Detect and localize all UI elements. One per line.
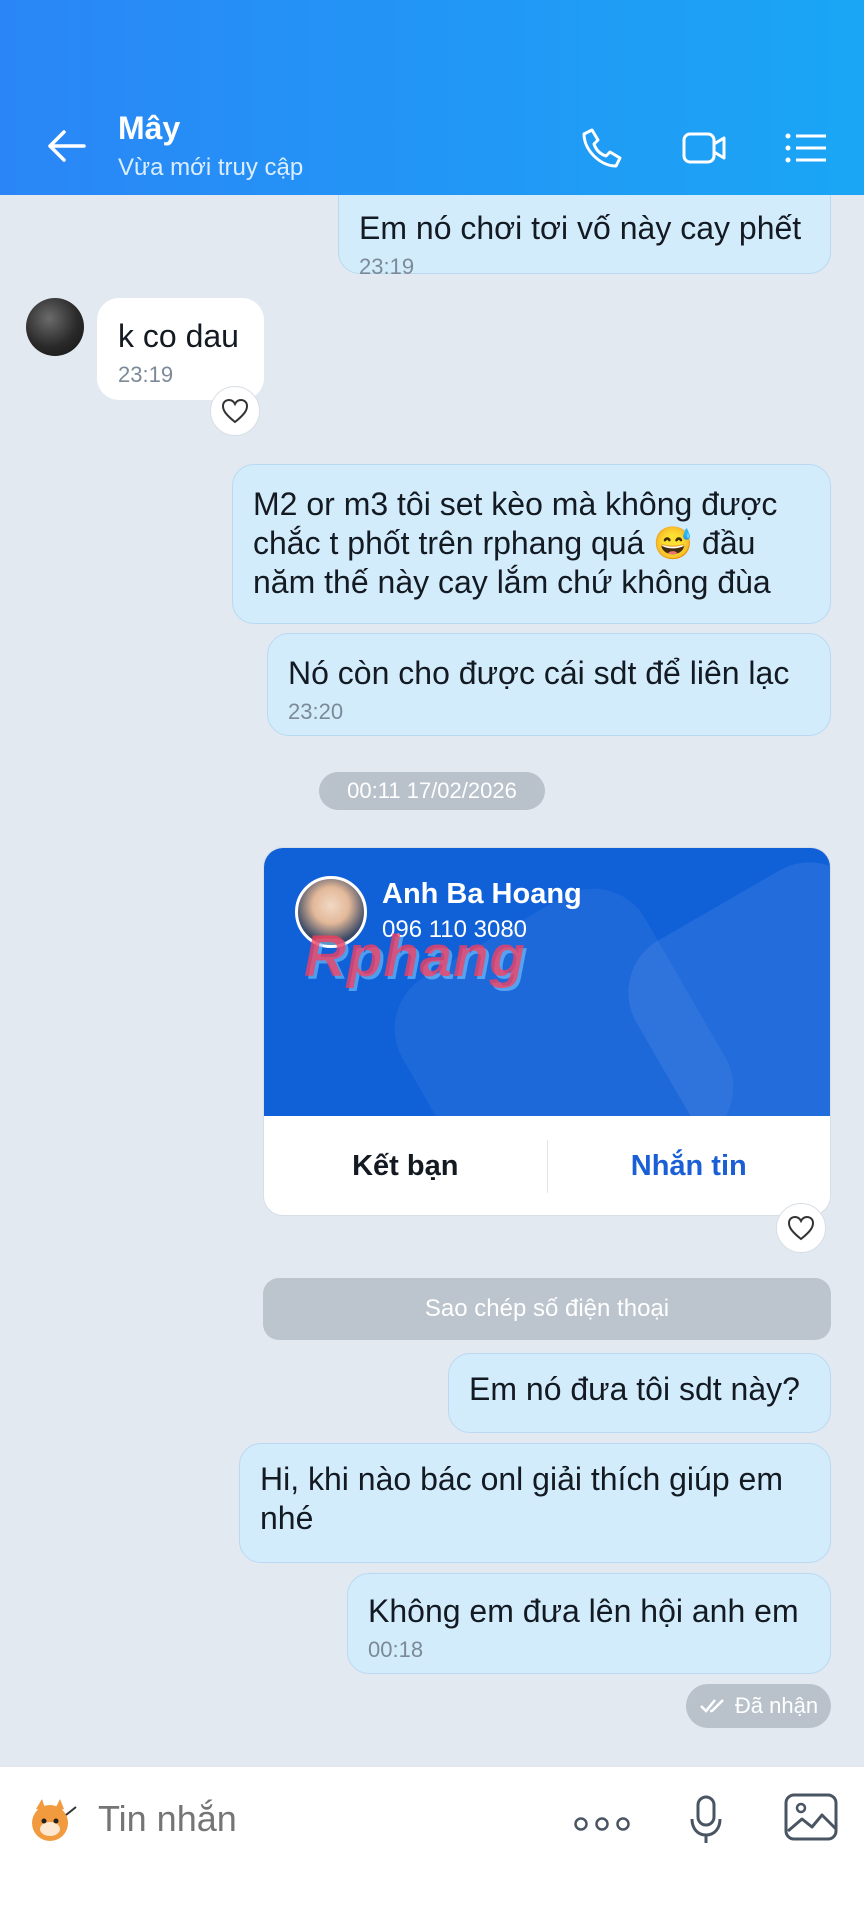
message-text: Nó còn cho được cái sdt để liên lạc bbox=[288, 655, 790, 691]
message-bubble-outgoing[interactable]: M2 or m3 tôi set kèo mà không được chắc … bbox=[232, 464, 831, 624]
react-heart-icon[interactable] bbox=[776, 1203, 826, 1253]
date-separator: 00:11 17/02/2026 bbox=[319, 772, 545, 810]
message-text: Không em đưa lên hội anh em bbox=[368, 1593, 799, 1629]
delivery-status-badge: Đã nhận bbox=[686, 1684, 831, 1728]
more-options-icon[interactable] bbox=[574, 1817, 630, 1831]
message-time: 23:19 bbox=[118, 362, 174, 387]
copy-phone-button[interactable]: Sao chép số điện thoại bbox=[263, 1278, 831, 1340]
contact-card-name: Anh Ba Hoang bbox=[382, 878, 582, 910]
contact-card[interactable]: Anh Ba Hoang 096 110 3080 Rphang Kết bạn… bbox=[263, 847, 831, 1216]
message-time: 00:18 bbox=[368, 1637, 424, 1662]
image-gallery-icon[interactable] bbox=[784, 1793, 838, 1841]
message-bubble-outgoing[interactable]: Em nó đưa tôi sdt này? bbox=[448, 1353, 831, 1433]
message-bubble-incoming[interactable]: k co dau 23:19 bbox=[97, 298, 264, 400]
message-bubble-outgoing[interactable]: Nó còn cho được cái sdt để liên lạc 23:2… bbox=[267, 633, 831, 736]
microphone-icon[interactable] bbox=[688, 1795, 724, 1845]
video-call-icon[interactable] bbox=[680, 124, 728, 172]
contact-card-actions: Kết bạn Nhắn tin bbox=[264, 1116, 831, 1215]
react-heart-icon[interactable] bbox=[210, 386, 260, 436]
sticker-icon[interactable] bbox=[24, 1793, 80, 1849]
message-text: Hi, khi nào bác onl giải thích giúp em n… bbox=[260, 1461, 783, 1536]
message-bubble-outgoing[interactable]: Không em đưa lên hội anh em 00:18 bbox=[347, 1573, 831, 1674]
double-check-icon bbox=[700, 1699, 724, 1713]
contact-avatar[interactable] bbox=[26, 298, 84, 356]
message-bubble-outgoing[interactable]: Hi, khi nào bác onl giải thích giúp em n… bbox=[239, 1443, 831, 1563]
add-friend-button[interactable]: Kết bạn bbox=[264, 1116, 547, 1215]
watermark-logo: Rphang bbox=[304, 924, 526, 989]
contact-name[interactable]: Mây bbox=[118, 110, 180, 147]
message-text: Em nó chơi tơi vố này cay phết bbox=[359, 210, 802, 246]
send-message-button[interactable]: Nhắn tin bbox=[548, 1116, 831, 1215]
delivery-status-text: Đã nhận bbox=[734, 1693, 819, 1718]
contact-card-header: Anh Ba Hoang 096 110 3080 Rphang bbox=[264, 848, 830, 1116]
message-input[interactable] bbox=[96, 1797, 565, 1841]
chat-header: Mây Vừa mới truy cập bbox=[0, 0, 864, 195]
message-text: Em nó đưa tôi sdt này? bbox=[469, 1371, 800, 1407]
message-text: k co dau bbox=[118, 318, 239, 354]
message-text: M2 or m3 tôi set kèo mà không được chắc … bbox=[253, 486, 778, 600]
presence-status: Vừa mới truy cập bbox=[118, 154, 304, 181]
message-time: 23:19 bbox=[359, 254, 415, 279]
back-arrow-icon[interactable] bbox=[44, 124, 88, 168]
message-time: 23:20 bbox=[288, 699, 344, 724]
phone-call-icon[interactable] bbox=[578, 124, 626, 172]
menu-list-icon[interactable] bbox=[782, 124, 830, 172]
message-input-bar bbox=[0, 1766, 864, 1921]
